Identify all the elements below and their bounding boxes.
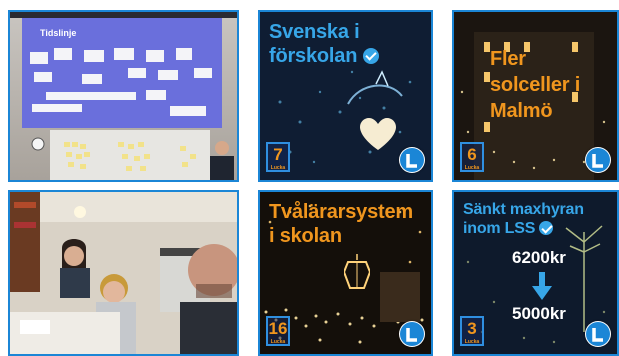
caption-text: Fler solceller i Malmö (490, 48, 581, 122)
badge-number: 6 (467, 145, 477, 164)
liberalerna-logo-icon (585, 321, 611, 347)
card-caption: Tvålärarsystem i skolan (269, 200, 423, 248)
office-selfie-photo (10, 192, 237, 354)
day-badge: 6 Lucka (460, 142, 484, 172)
photo-tile-selfie[interactable] (8, 190, 239, 356)
photo-tile-presentation[interactable]: Tidslinje (8, 10, 239, 182)
badge-number: 16 (268, 319, 288, 338)
heart-icon (360, 118, 396, 150)
badge-label: Lucka (270, 339, 286, 345)
presentation-photo: Tidslinje (10, 12, 237, 180)
day-badge: 3 Lucka (460, 316, 484, 346)
card-tile-lss[interactable]: Sänkt maxhyran inom LSS 6200kr 5000kr 3 … (452, 190, 619, 356)
badge-label: Lucka (464, 339, 480, 345)
price-before: 6200kr (512, 248, 566, 267)
caption-text: Sänkt maxhyran inom LSS (463, 201, 584, 237)
liberalerna-logo-icon (585, 147, 611, 173)
badge-number: 3 (467, 319, 477, 338)
card-tile-solceller[interactable]: Fler solceller i Malmö 6 Lucka (452, 10, 619, 182)
caption-text: Tvålärarsystem i skolan (269, 201, 413, 247)
lantern-icon (344, 254, 370, 289)
card-tile-tvalararsystem[interactable]: Tvålärarsystem i skolan 16 Lucka (258, 190, 433, 356)
day-badge: 7 Lucka (266, 142, 290, 172)
day-badge: 16 Lucka (266, 316, 290, 346)
liberalerna-logo-icon (399, 147, 425, 173)
svg-text:Tidslinje: Tidslinje (40, 28, 76, 38)
card-caption: Sänkt maxhyran inom LSS (463, 200, 609, 238)
price-after: 5000kr (512, 304, 566, 323)
badge-label: Lucka (464, 165, 480, 171)
check-verified-icon (539, 221, 554, 235)
check-verified-icon (362, 48, 379, 64)
caption-text: Svenska i förskolan (269, 21, 360, 67)
badge-label: Lucka (270, 165, 286, 171)
card-tile-svenska[interactable]: Svenska i förskolan 7 Lucka (258, 10, 433, 182)
card-caption: Svenska i förskolan (269, 20, 423, 68)
down-arrow-icon (532, 272, 552, 300)
card-caption: Fler solceller i Malmö (490, 46, 609, 124)
liberalerna-logo-icon (399, 321, 425, 347)
badge-number: 7 (273, 145, 283, 164)
